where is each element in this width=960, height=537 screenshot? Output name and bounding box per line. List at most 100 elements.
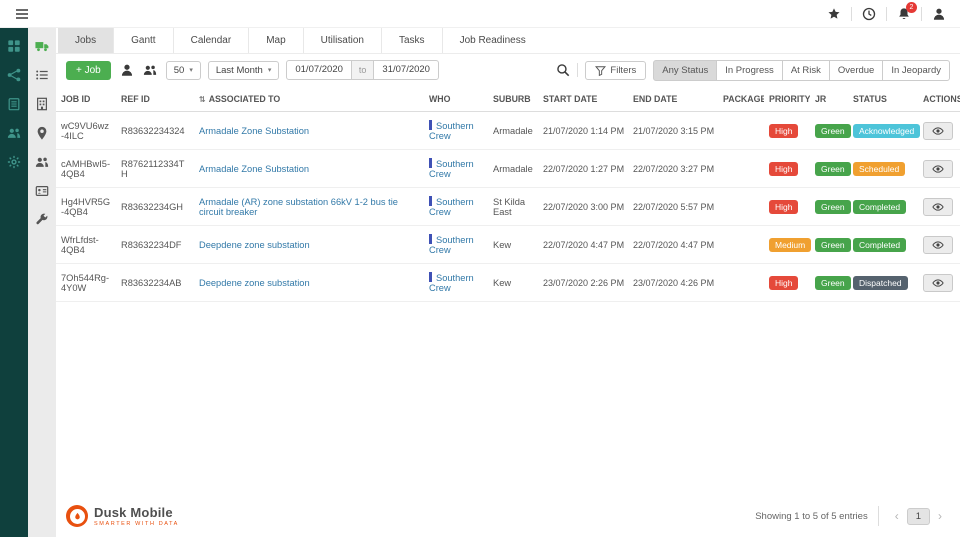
cell-jr: Green	[810, 225, 851, 264]
view-job-button[interactable]	[923, 121, 953, 140]
main-content: Jobs Gantt Calendar Map Utilisation Tasks Job …	[56, 28, 960, 537]
sidebar-item-wrench[interactable]	[30, 210, 54, 230]
view-job-button[interactable]	[923, 159, 953, 178]
tab-map[interactable]: Map	[248, 28, 302, 53]
who-link[interactable]: Southern Crew	[429, 197, 474, 217]
page-size-select[interactable]: 50 ▾	[165, 60, 201, 80]
sidebar-item-users[interactable]	[2, 123, 26, 143]
sidebar-item-building[interactable]	[30, 94, 54, 114]
cell-status: Scheduled	[848, 149, 918, 188]
pagination-next[interactable]: ›	[932, 509, 948, 523]
associated-to-link[interactable]: Armadale Zone Substation	[199, 126, 309, 136]
status-badge: Acknowledged	[853, 123, 921, 138]
period-select[interactable]: Last Month ▾	[207, 60, 280, 80]
cell-status: Completed	[848, 225, 918, 264]
user-button[interactable]	[120, 63, 134, 77]
sidebar-item-dashboard[interactable]	[2, 36, 26, 56]
user-button[interactable]	[932, 7, 946, 21]
view-job-button[interactable]	[923, 235, 953, 254]
column-header-actions[interactable]: ACTIONS	[918, 86, 960, 112]
tab-job-readiness[interactable]: Job Readiness	[441, 28, 543, 53]
column-header-status[interactable]: STATUS	[848, 86, 918, 112]
cell-jr: Green	[810, 111, 851, 150]
dashboard-icon	[7, 39, 21, 53]
tab-utilisation[interactable]: Utilisation	[302, 28, 381, 53]
who-link[interactable]: Southern Crew	[429, 235, 474, 255]
cell-status: Completed	[848, 187, 918, 226]
column-header-end-date[interactable]: END DATE	[628, 86, 718, 112]
who-link[interactable]: Southern Crew	[429, 121, 474, 141]
sidebar-item-share[interactable]	[2, 65, 26, 85]
associated-to-link[interactable]: Deepdene zone substation	[199, 278, 310, 288]
user-icon	[120, 63, 134, 77]
page-size-value: 50	[173, 64, 185, 76]
date-to-input[interactable]: 31/07/2020	[373, 60, 439, 80]
cell-jr: Green	[810, 187, 851, 226]
sidebar-item-gear[interactable]	[2, 152, 26, 172]
sidebar-item-card[interactable]	[30, 181, 54, 201]
sidebar-item-pin[interactable]	[30, 123, 54, 143]
column-header-package[interactable]: PACKAGE	[718, 86, 764, 112]
sidebar-item-truck[interactable]	[30, 36, 54, 56]
cell-priority: High	[764, 263, 810, 302]
tab-jobs[interactable]: Jobs	[58, 28, 114, 53]
bell-button[interactable]: 2	[897, 1, 917, 21]
tab-tasks[interactable]: Tasks	[381, 28, 442, 53]
status-filter-at-risk[interactable]: At Risk	[781, 59, 830, 81]
topbar-divider	[921, 6, 922, 21]
column-header-priority[interactable]: PRIORITY	[764, 86, 810, 112]
who-link[interactable]: Southern Crew	[429, 273, 474, 293]
date-range-to-label: to	[351, 60, 374, 80]
star-button[interactable]	[827, 7, 841, 21]
eye-icon	[932, 125, 944, 137]
sort-icon[interactable]: ⇅	[199, 95, 206, 104]
cell-who: Southern Crew	[424, 149, 488, 188]
search-button[interactable]	[556, 63, 570, 77]
column-header-start-date[interactable]: START DATE	[538, 86, 628, 112]
view-job-button[interactable]	[923, 273, 953, 292]
status-filter-in-jeopardy[interactable]: In Jeopardy	[882, 59, 950, 81]
status-badge: Completed	[853, 237, 907, 252]
column-header-associated-to[interactable]: ⇅ ASSOCIATED TO	[194, 86, 424, 112]
cell-start-date: 22/07/2020 1:27 PM	[538, 149, 628, 188]
gear-icon	[7, 155, 21, 169]
who-link[interactable]: Southern Crew	[429, 159, 474, 179]
column-header-jr[interactable]: JR	[810, 86, 848, 112]
cell-package	[718, 263, 764, 302]
primary-sidebar	[0, 28, 28, 537]
sidebar-item-clipboard[interactable]	[2, 94, 26, 114]
cell-actions	[918, 225, 960, 264]
footer-divider	[877, 506, 879, 526]
star-icon	[827, 7, 841, 21]
logo-inner-circle	[69, 508, 85, 524]
status-filter-overdue[interactable]: Overdue	[828, 59, 884, 81]
associated-to-link[interactable]: Armadale (AR) zone substation 66kV 1-2 b…	[199, 197, 398, 217]
status-filter-any-status[interactable]: Any Status	[653, 59, 718, 81]
cell-actions	[918, 149, 960, 188]
pin-icon	[35, 126, 49, 140]
filters-button[interactable]: Filters	[585, 60, 647, 80]
view-job-button[interactable]	[923, 197, 953, 216]
topbar: 2	[0, 0, 960, 28]
add-job-button[interactable]: + Job	[66, 60, 111, 80]
column-header-ref-id[interactable]: REF ID	[116, 86, 194, 112]
associated-to-link[interactable]: Armadale Zone Substation	[199, 164, 309, 174]
users-button[interactable]	[143, 63, 157, 77]
menu-toggle-button[interactable]	[14, 6, 30, 22]
pagination-prev[interactable]: ‹	[889, 509, 905, 523]
tab-calendar[interactable]: Calendar	[172, 28, 249, 53]
column-header-job-id[interactable]: JOB ID	[56, 86, 116, 112]
sidebar-item-list[interactable]	[30, 65, 54, 85]
pagination-page-1[interactable]: 1	[906, 507, 930, 525]
associated-to-link[interactable]: Deepdene zone substation	[199, 240, 310, 250]
date-from-input[interactable]: 01/07/2020	[286, 60, 352, 80]
cell-status: Dispatched	[848, 263, 918, 302]
clock-button[interactable]	[862, 7, 876, 21]
column-header-suburb[interactable]: SUBURB	[488, 86, 538, 112]
cell-start-date: 21/07/2020 1:14 PM	[538, 111, 628, 150]
column-header-who[interactable]: WHO	[424, 86, 488, 112]
sidebar-item-users[interactable]	[30, 152, 54, 172]
tab-gantt[interactable]: Gantt	[113, 28, 172, 53]
status-filter-in-progress[interactable]: In Progress	[716, 59, 783, 81]
priority-badge: High	[769, 161, 799, 176]
